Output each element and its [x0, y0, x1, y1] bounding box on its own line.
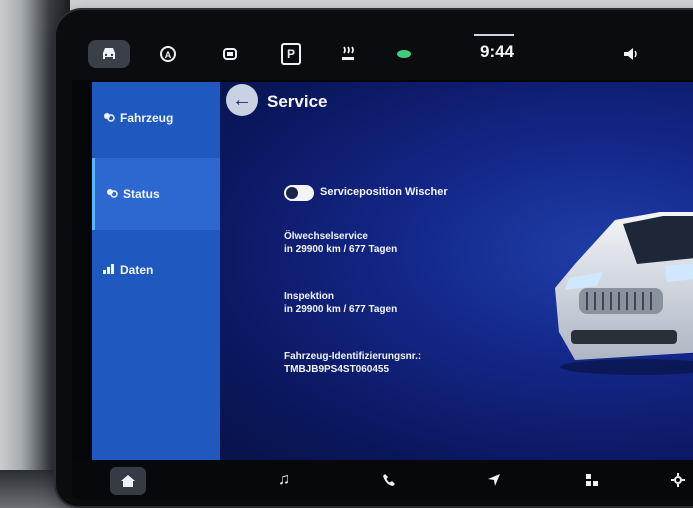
sidebar: Fahrzeug Status Daten	[92, 82, 220, 460]
home-icon[interactable]	[110, 467, 146, 495]
bottom-bar: ♫	[72, 460, 693, 500]
vin-info: Fahrzeug-Identifizierungsnr.: TMBJB9PS4S…	[284, 350, 421, 376]
phone-icon[interactable]	[377, 468, 401, 492]
seat-heat-icon[interactable]	[334, 40, 362, 68]
clock-indicator	[474, 34, 514, 36]
oil-service-value: in 29900 km / 677 Tagen	[284, 244, 398, 255]
inspection-label: Inspektion	[284, 291, 335, 302]
sidebar-item-label: Daten	[120, 263, 154, 277]
page-title: Service	[267, 92, 328, 111]
sidebar-item-status[interactable]: Status	[92, 158, 220, 230]
music-icon[interactable]: ♫	[272, 468, 296, 492]
eco-leaf-icon[interactable]	[390, 40, 418, 68]
top-status-bar: A P 9:44	[72, 30, 693, 80]
toggle-knob	[286, 187, 298, 199]
parking-label: P	[281, 43, 301, 65]
wiper-service-toggle[interactable]	[284, 185, 314, 201]
inspection-value: in 29900 km / 677 Tagen	[284, 304, 398, 315]
status-icon	[106, 188, 118, 201]
sidebar-item-fahrzeug[interactable]: Fahrzeug	[92, 82, 220, 154]
vin-value: TMBJB9PS4ST060455	[284, 364, 390, 375]
back-button[interactable]: ←	[226, 84, 258, 116]
clock: 9:44	[479, 42, 515, 61]
driver-assist-icon[interactable]	[216, 40, 244, 68]
vin-label: Fahrzeug-Identifizierungsnr.:	[284, 351, 422, 362]
inspection-info: Inspektion in 29900 km / 677 Tagen	[284, 290, 397, 316]
arrow-left-icon: ←	[232, 88, 252, 111]
data-icon	[103, 263, 115, 277]
wiper-service-label: Serviceposition Wischer	[320, 186, 448, 198]
service-panel: ← Service Serviceposition Wischer Ölwech…	[220, 82, 693, 460]
navigation-icon[interactable]	[482, 468, 506, 492]
parking-icon[interactable]: P	[277, 40, 305, 68]
settings-icon[interactable]	[666, 468, 690, 492]
sidebar-item-label: Fahrzeug	[120, 111, 174, 125]
auto-hold-off-icon[interactable]: A	[154, 40, 182, 68]
sidebar-item-label: Status	[123, 187, 160, 201]
sidebar-item-daten[interactable]: Daten	[92, 234, 220, 306]
car-icon[interactable]	[88, 40, 130, 68]
vehicle-icon	[103, 112, 115, 125]
oil-service-label: Ölwechselservice	[284, 231, 368, 242]
vehicle-image	[555, 212, 693, 375]
apps-icon[interactable]	[580, 468, 604, 492]
speaker-icon[interactable]	[617, 40, 645, 68]
oil-service-info: Ölwechselservice in 29900 km / 677 Tagen	[284, 230, 397, 256]
svg-text:A: A	[165, 50, 172, 60]
infotainment-screen: A P 9:44 Fahrzeug Status Daten ← Service…	[72, 30, 693, 500]
